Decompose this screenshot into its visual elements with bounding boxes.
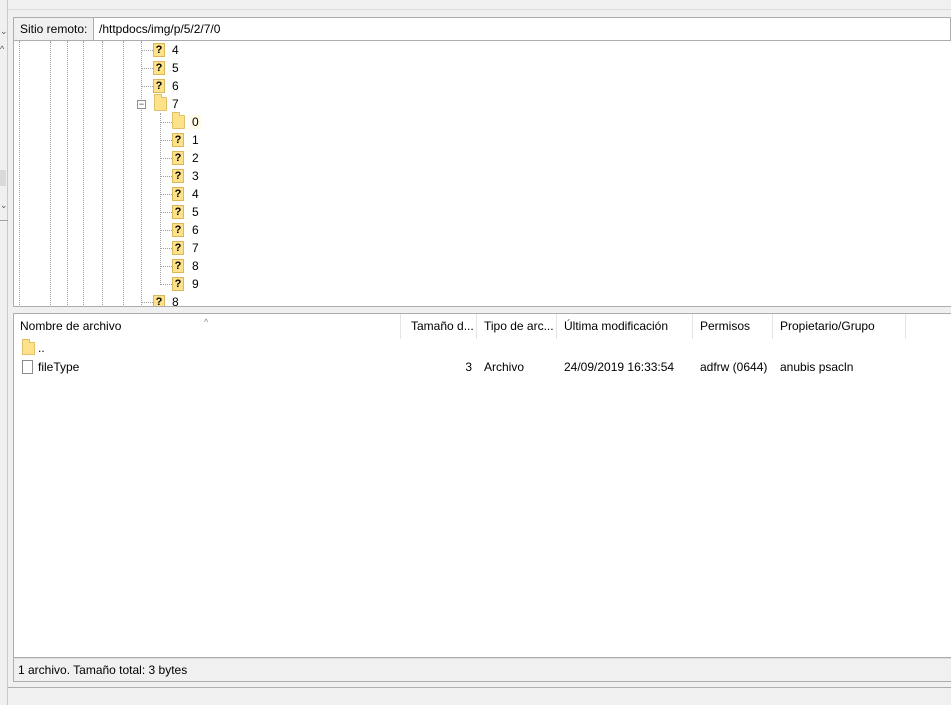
tree-item[interactable]: ? 4 — [14, 185, 314, 203]
list-item-parent-dir[interactable]: .. — [14, 338, 951, 358]
file-icon — [22, 360, 33, 374]
column-header-name[interactable]: Nombre de archivo ^ — [14, 314, 401, 339]
filezilla-remote-panel: ⌄ ^ ⌄ Sitio remoto: /httpdocs/img/p/5/2/… — [0, 0, 951, 705]
tree-item-label: 5 — [192, 205, 199, 219]
tree-item-label: 9 — [192, 277, 199, 291]
unknown-folder-icon: ? — [172, 151, 184, 165]
unknown-folder-icon: ? — [172, 169, 184, 183]
tree-item[interactable]: ? 2 — [14, 149, 314, 167]
local-pane-edge: ⌄ ^ ⌄ — [0, 0, 8, 705]
toolbar-gap — [8, 0, 951, 10]
remote-directory-tree[interactable]: ? 4 ? 5 ? 6 − 7 0 ? 1 ? 2 ? 3 ? 4 ? 5 ? … — [13, 41, 951, 307]
unknown-folder-icon: ? — [172, 241, 184, 255]
tree-item[interactable]: ? 6 — [14, 77, 314, 95]
tree-item-expanded[interactable]: − 7 — [14, 94, 314, 113]
tree-item[interactable]: ? 8 — [14, 293, 314, 307]
tree-item[interactable]: ? 4 — [14, 41, 314, 59]
tree-item-label: 6 — [172, 79, 179, 93]
caret-icon: ^ — [0, 44, 5, 54]
tree-item-label: 1 — [192, 133, 199, 147]
unknown-folder-icon: ? — [153, 79, 165, 93]
file-owner: anubis psacln — [780, 360, 854, 374]
tree-item-label: 2 — [192, 151, 199, 165]
tree-item[interactable]: ? 7 — [14, 239, 314, 257]
local-selected-item[interactable] — [0, 170, 6, 186]
chevron-down-icon[interactable]: ⌄ — [0, 200, 8, 210]
file-name: .. — [38, 341, 45, 355]
unknown-folder-icon: ? — [172, 187, 184, 201]
column-header-permissions[interactable]: Permisos — [694, 314, 773, 339]
tree-item-label: 4 — [192, 187, 199, 201]
unknown-folder-icon: ? — [153, 43, 165, 57]
remote-site-label: Sitio remoto: — [13, 17, 93, 41]
file-type: Archivo — [484, 360, 525, 374]
tree-item-label: 3 — [192, 169, 199, 183]
unknown-folder-icon: ? — [153, 61, 165, 75]
unknown-folder-icon: ? — [172, 277, 184, 291]
tree-item-label: 7 — [192, 241, 199, 255]
file-permissions: adfrw (0644) — [700, 360, 768, 374]
tree-item[interactable]: ? 5 — [14, 59, 314, 77]
tree-item-label: 6 — [192, 223, 199, 237]
file-list-header: Nombre de archivo ^ Tamaño d... Tipo de … — [14, 314, 951, 339]
remote-file-list[interactable]: Nombre de archivo ^ Tamaño d... Tipo de … — [13, 313, 951, 658]
folder-icon — [172, 112, 185, 129]
column-header-size[interactable]: Tamaño d... — [405, 314, 477, 339]
list-item-file[interactable]: fileType 3 Archivo 24/09/2019 16:33:54 a… — [14, 357, 951, 377]
unknown-folder-icon: ? — [172, 133, 184, 147]
collapse-icon[interactable]: − — [137, 100, 146, 109]
folder-icon — [22, 339, 35, 355]
column-header-modified[interactable]: Última modificación — [558, 314, 693, 339]
tree-item-label: 0 — [190, 115, 201, 129]
unknown-folder-icon: ? — [172, 205, 184, 219]
remote-site-bar: Sitio remoto: /httpdocs/img/p/5/2/7/0 — [13, 17, 951, 41]
tree-item[interactable]: ? 5 — [14, 203, 314, 221]
sort-ascending-icon: ^ — [204, 317, 209, 327]
column-header-type[interactable]: Tipo de arc... — [478, 314, 557, 339]
tree-item[interactable]: ? 3 — [14, 167, 314, 185]
file-modified: 24/09/2019 16:33:54 — [564, 360, 675, 374]
tree-item[interactable]: ? 6 — [14, 221, 314, 239]
tree-item-label: 8 — [172, 295, 179, 307]
remote-path-input[interactable]: /httpdocs/img/p/5/2/7/0 — [93, 17, 951, 41]
file-size: 3 — [465, 360, 472, 374]
unknown-folder-icon: ? — [153, 295, 165, 306]
folder-icon — [154, 94, 167, 111]
divider — [0, 220, 8, 221]
unknown-folder-icon: ? — [172, 223, 184, 237]
tree-item-label: 7 — [172, 97, 179, 111]
file-name: fileType — [38, 360, 80, 374]
divider — [8, 687, 951, 688]
tree-item-label: 4 — [172, 43, 179, 57]
tree-item[interactable]: ? 8 — [14, 257, 314, 275]
tree-item[interactable]: ? 1 — [14, 131, 314, 149]
tree-item[interactable]: ? 9 — [14, 275, 314, 293]
status-bar: 1 archivo. Tamaño total: 3 bytes — [13, 658, 951, 682]
unknown-folder-icon: ? — [172, 259, 184, 273]
column-header-owner[interactable]: Propietario/Grupo — [774, 314, 906, 339]
chevron-down-icon[interactable]: ⌄ — [0, 26, 8, 36]
tree-item-label: 8 — [192, 259, 199, 273]
tree-item-label: 5 — [172, 61, 179, 75]
tree-item-selected[interactable]: 0 — [14, 112, 314, 131]
